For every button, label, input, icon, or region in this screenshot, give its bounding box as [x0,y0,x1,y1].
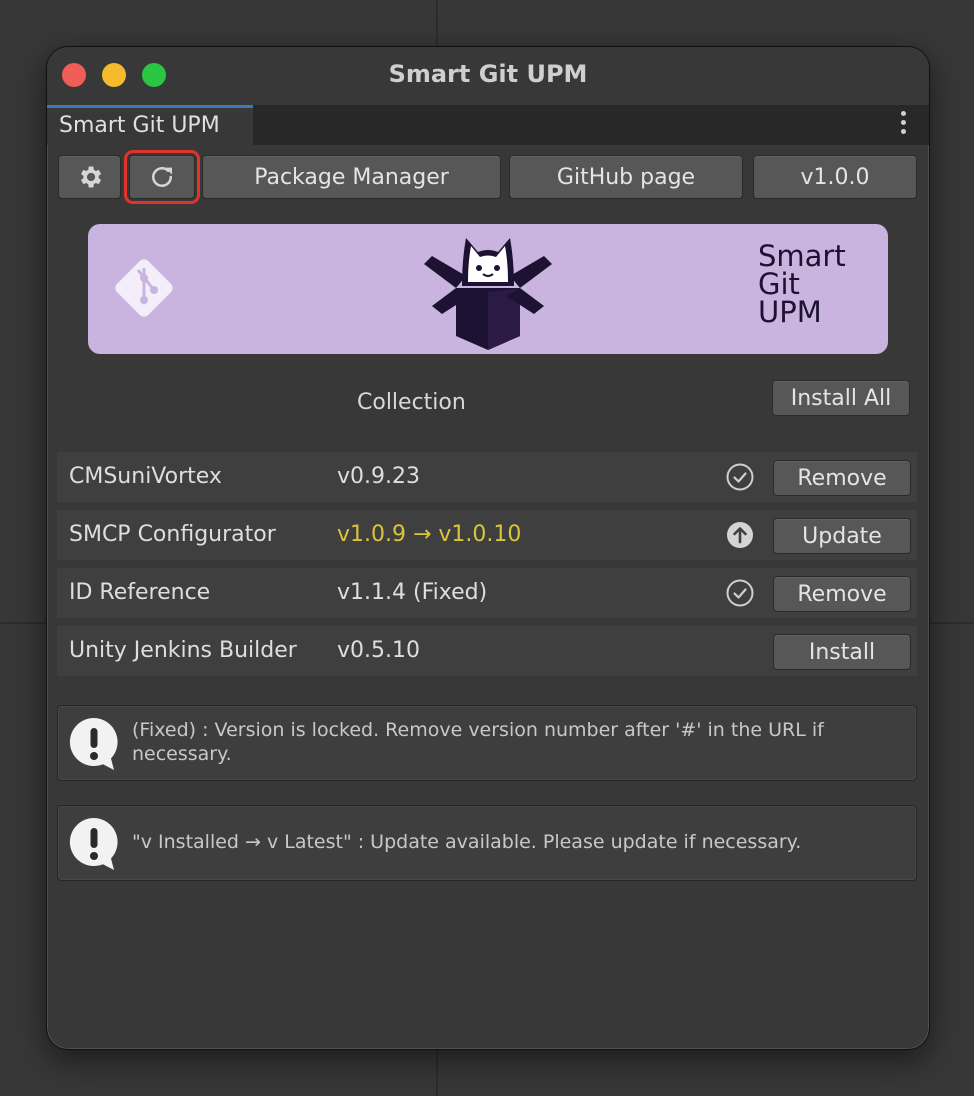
warning-speech-bubble-icon [69,717,118,770]
package-row: SMCP Configurator v1.0.9 → v1.0.10 Updat… [57,510,917,560]
package-version: v0.9.23 [337,464,420,489]
banner-title-line3: UPM [758,295,822,329]
gear-icon [80,166,101,188]
package-version: v1.0.9 → v1.0.10 [337,522,522,547]
package-name: SMCP Configurator [69,522,276,547]
version-button[interactable]: v1.0.0 [753,155,917,199]
window-title: Smart Git UPM [388,60,588,88]
tab-smart-git-upm[interactable]: Smart Git UPM [47,105,253,145]
help-text: (Fixed) : Version is locked. Remove vers… [132,719,824,765]
banner-title-line1: Smart [758,239,846,273]
editor-window: Smart Git UPM Smart Git UPM Package Mana… [46,46,930,1050]
tab-strip: Smart Git UPM [47,105,929,145]
package-row: ID Reference v1.1.4 (Fixed) Remove [57,568,917,618]
remove-button[interactable]: Remove [773,460,911,496]
install-all-button[interactable]: Install All [772,380,910,416]
install-button[interactable]: Install [773,634,911,670]
banner: Smart Git UPM [88,224,888,354]
update-button[interactable]: Update [773,518,911,554]
banner-title-line2: Git [758,267,800,301]
warning-speech-bubble-icon [69,817,118,870]
package-version: v0.5.10 [337,638,420,663]
package-name: ID Reference [69,580,211,605]
banner-title: Smart Git UPM [758,239,868,329]
package-version: v1.1.4 (Fixed) [337,580,488,605]
package-row: CMSuniVortex v0.9.23 Remove [57,452,917,502]
remove-button[interactable]: Remove [773,576,911,612]
check-circle-icon [726,463,754,491]
refresh-button[interactable] [124,150,200,204]
git-logo-icon [115,259,173,317]
package-manager-button[interactable]: Package Manager [202,155,501,199]
refresh-icon [152,167,172,187]
help-box-fixed: (Fixed) : Version is locked. Remove vers… [57,705,917,781]
package-name: Unity Jenkins Builder [69,638,297,663]
package-name: CMSuniVortex [69,464,222,489]
help-box-update: "v Installed → v Latest" : Update availa… [57,805,917,881]
github-page-button[interactable]: GitHub page [509,155,743,199]
arrow-up-circle-icon [727,522,753,548]
package-row: Unity Jenkins Builder v0.5.10 Install [57,626,917,676]
help-text: "v Installed → v Latest" : Update availa… [132,831,802,853]
check-circle-icon [726,579,754,607]
more-options-icon[interactable] [901,111,907,137]
title-bar[interactable]: Smart Git UPM [47,47,929,105]
settings-button[interactable] [58,155,121,199]
cat-in-box-logo [424,238,552,350]
collection-heading: Collection [357,390,466,415]
